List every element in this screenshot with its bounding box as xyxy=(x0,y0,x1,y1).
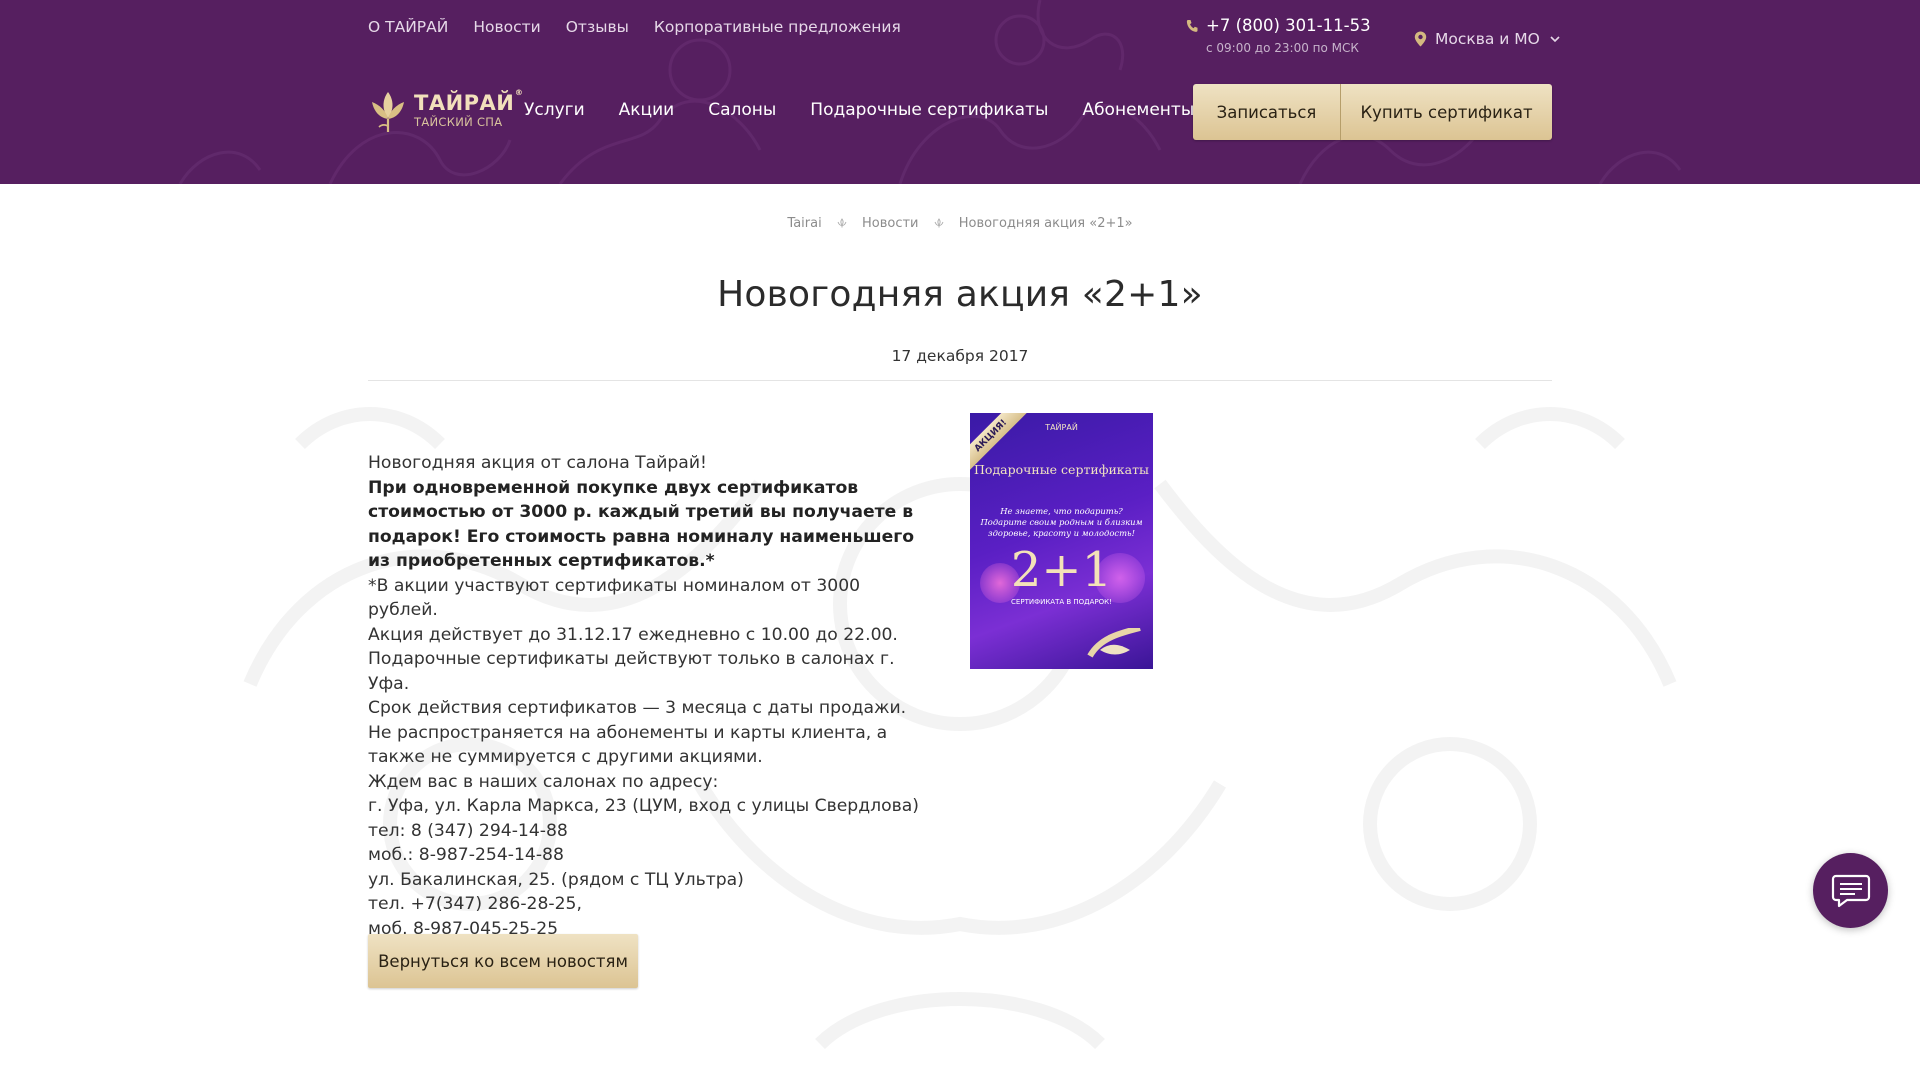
page-title: Новогодняя акция «2+1» xyxy=(717,274,1203,315)
leaf-icon xyxy=(837,218,847,228)
phone-icon xyxy=(1186,19,1198,32)
chat-button[interactable] xyxy=(1813,853,1888,928)
site-header: О ТАЙРАЙ Новости Отзывы Корпоративные пр… xyxy=(0,0,1920,184)
publish-date: 17 декабря 2017 xyxy=(891,347,1029,365)
topnav-item-about[interactable]: О ТАЙРАЙ xyxy=(368,18,448,36)
main-nav: Услуги Акции Салоны Подарочные сертифика… xyxy=(524,100,1194,120)
breadcrumb-item-current: Новогодняя акция «2+1» xyxy=(958,216,1133,231)
topnav-item-corporate[interactable]: Корпоративные предложения xyxy=(654,18,901,36)
city-selector[interactable]: Москва и МО xyxy=(1414,30,1560,48)
article-line: Подарочные сертификаты действуют только … xyxy=(368,649,895,694)
article-line: Срок действия сертификатов — 3 месяца с … xyxy=(368,698,907,718)
mainnav-item-subscriptions[interactable]: Абонементы xyxy=(1082,100,1194,120)
promo-brand: ТАЙРАЙ xyxy=(1045,423,1078,432)
mainnav-item-promotions[interactable]: Акции xyxy=(619,100,675,120)
promo-subtitle: Не знаете, что подарить? Подарите своим … xyxy=(980,506,1143,538)
promo-title: Подарочные сертификаты xyxy=(974,462,1149,477)
phone-link[interactable]: +7 (800) 301-11-53 xyxy=(1206,16,1371,35)
article-line: Не распространяется на абонементы и карт… xyxy=(368,722,888,768)
mainnav-item-gift-certificates[interactable]: Подарочные сертификаты xyxy=(810,100,1048,120)
article-line: Ждем вас в наших салонах по адресу: xyxy=(368,771,719,792)
book-button[interactable]: Записаться xyxy=(1193,84,1341,140)
article-body: Новогодняя акция от салона Тайрай! При о… xyxy=(368,451,928,941)
promo-under-text: СЕРТИФИКАТА В ПОДАРОК! xyxy=(1011,598,1112,606)
article-line: моб.: 8-987-254-14-88 xyxy=(368,845,564,865)
article-highlight: При одновременной покупке двух сертифика… xyxy=(368,477,915,572)
leaf-icon xyxy=(934,218,944,228)
chat-bubble-icon xyxy=(1831,874,1870,907)
topnav-item-news[interactable]: Новости xyxy=(473,18,540,36)
breadcrumb-item-news[interactable]: Новости xyxy=(862,216,919,231)
divider xyxy=(368,380,1552,381)
article-intro: Новогодняя акция от салона Тайрай! xyxy=(368,453,707,473)
chevron-down-icon xyxy=(1550,36,1560,43)
logo[interactable]: ТАЙРАЙ ® ТАЙСКИЙ СПА xyxy=(368,88,524,134)
map-pin-icon xyxy=(1414,31,1427,47)
article-line: *В акции участвуют сертификаты номиналом… xyxy=(368,575,861,621)
breadcrumb: Tairai Новости Новогодняя акция «2+1» xyxy=(0,216,1920,231)
promo-footer-decor xyxy=(1087,628,1141,658)
contact-block: +7 (800) 301-11-53 с 09:00 до 23:00 по М… xyxy=(1186,16,1371,55)
logo-subtitle: ТАЙСКИЙ СПА xyxy=(414,115,503,130)
buy-certificate-button[interactable]: Купить сертификат xyxy=(1341,84,1552,140)
article-line: Акция действует до 31.12.17 ежедневно с … xyxy=(368,624,898,645)
topnav-item-reviews[interactable]: Отзывы xyxy=(566,18,629,36)
mainnav-item-services[interactable]: Услуги xyxy=(524,100,585,120)
article-line: ул. Бакалинская, 25. (рядом с ТЦ Ультра) xyxy=(368,869,744,890)
promo-poster-image[interactable]: АКЦИЯ! ТАЙРАЙ Подарочные сертификаты Не … xyxy=(970,413,1153,669)
breadcrumb-item-home[interactable]: Tairai xyxy=(787,216,821,231)
article-line: тел. +7(347) 286-28-25, xyxy=(368,894,582,914)
mainnav-item-salons[interactable]: Салоны xyxy=(708,100,776,120)
background-ornament xyxy=(243,407,1677,1050)
header-cta-group: Записаться Купить сертификат xyxy=(1193,84,1552,140)
article-line: г. Уфа, ул. Карла Маркса, 23 (ЦУМ, вход … xyxy=(368,796,919,816)
city-label: Москва и МО xyxy=(1435,30,1540,48)
header-ornament xyxy=(178,0,1682,184)
promo-big-number: 2+1 xyxy=(1010,542,1113,598)
logo-name: ТАЙРАЙ ® xyxy=(414,88,524,116)
top-nav: О ТАЙРАЙ Новости Отзывы Корпоративные пр… xyxy=(368,18,901,36)
lotus-logo-icon xyxy=(372,92,404,132)
working-hours: с 09:00 до 23:00 по МСК xyxy=(1206,41,1359,55)
back-to-news-button[interactable]: Вернуться ко всем новостям xyxy=(368,934,638,988)
article-line: тел: 8 (347) 294-14-88 xyxy=(368,820,568,841)
